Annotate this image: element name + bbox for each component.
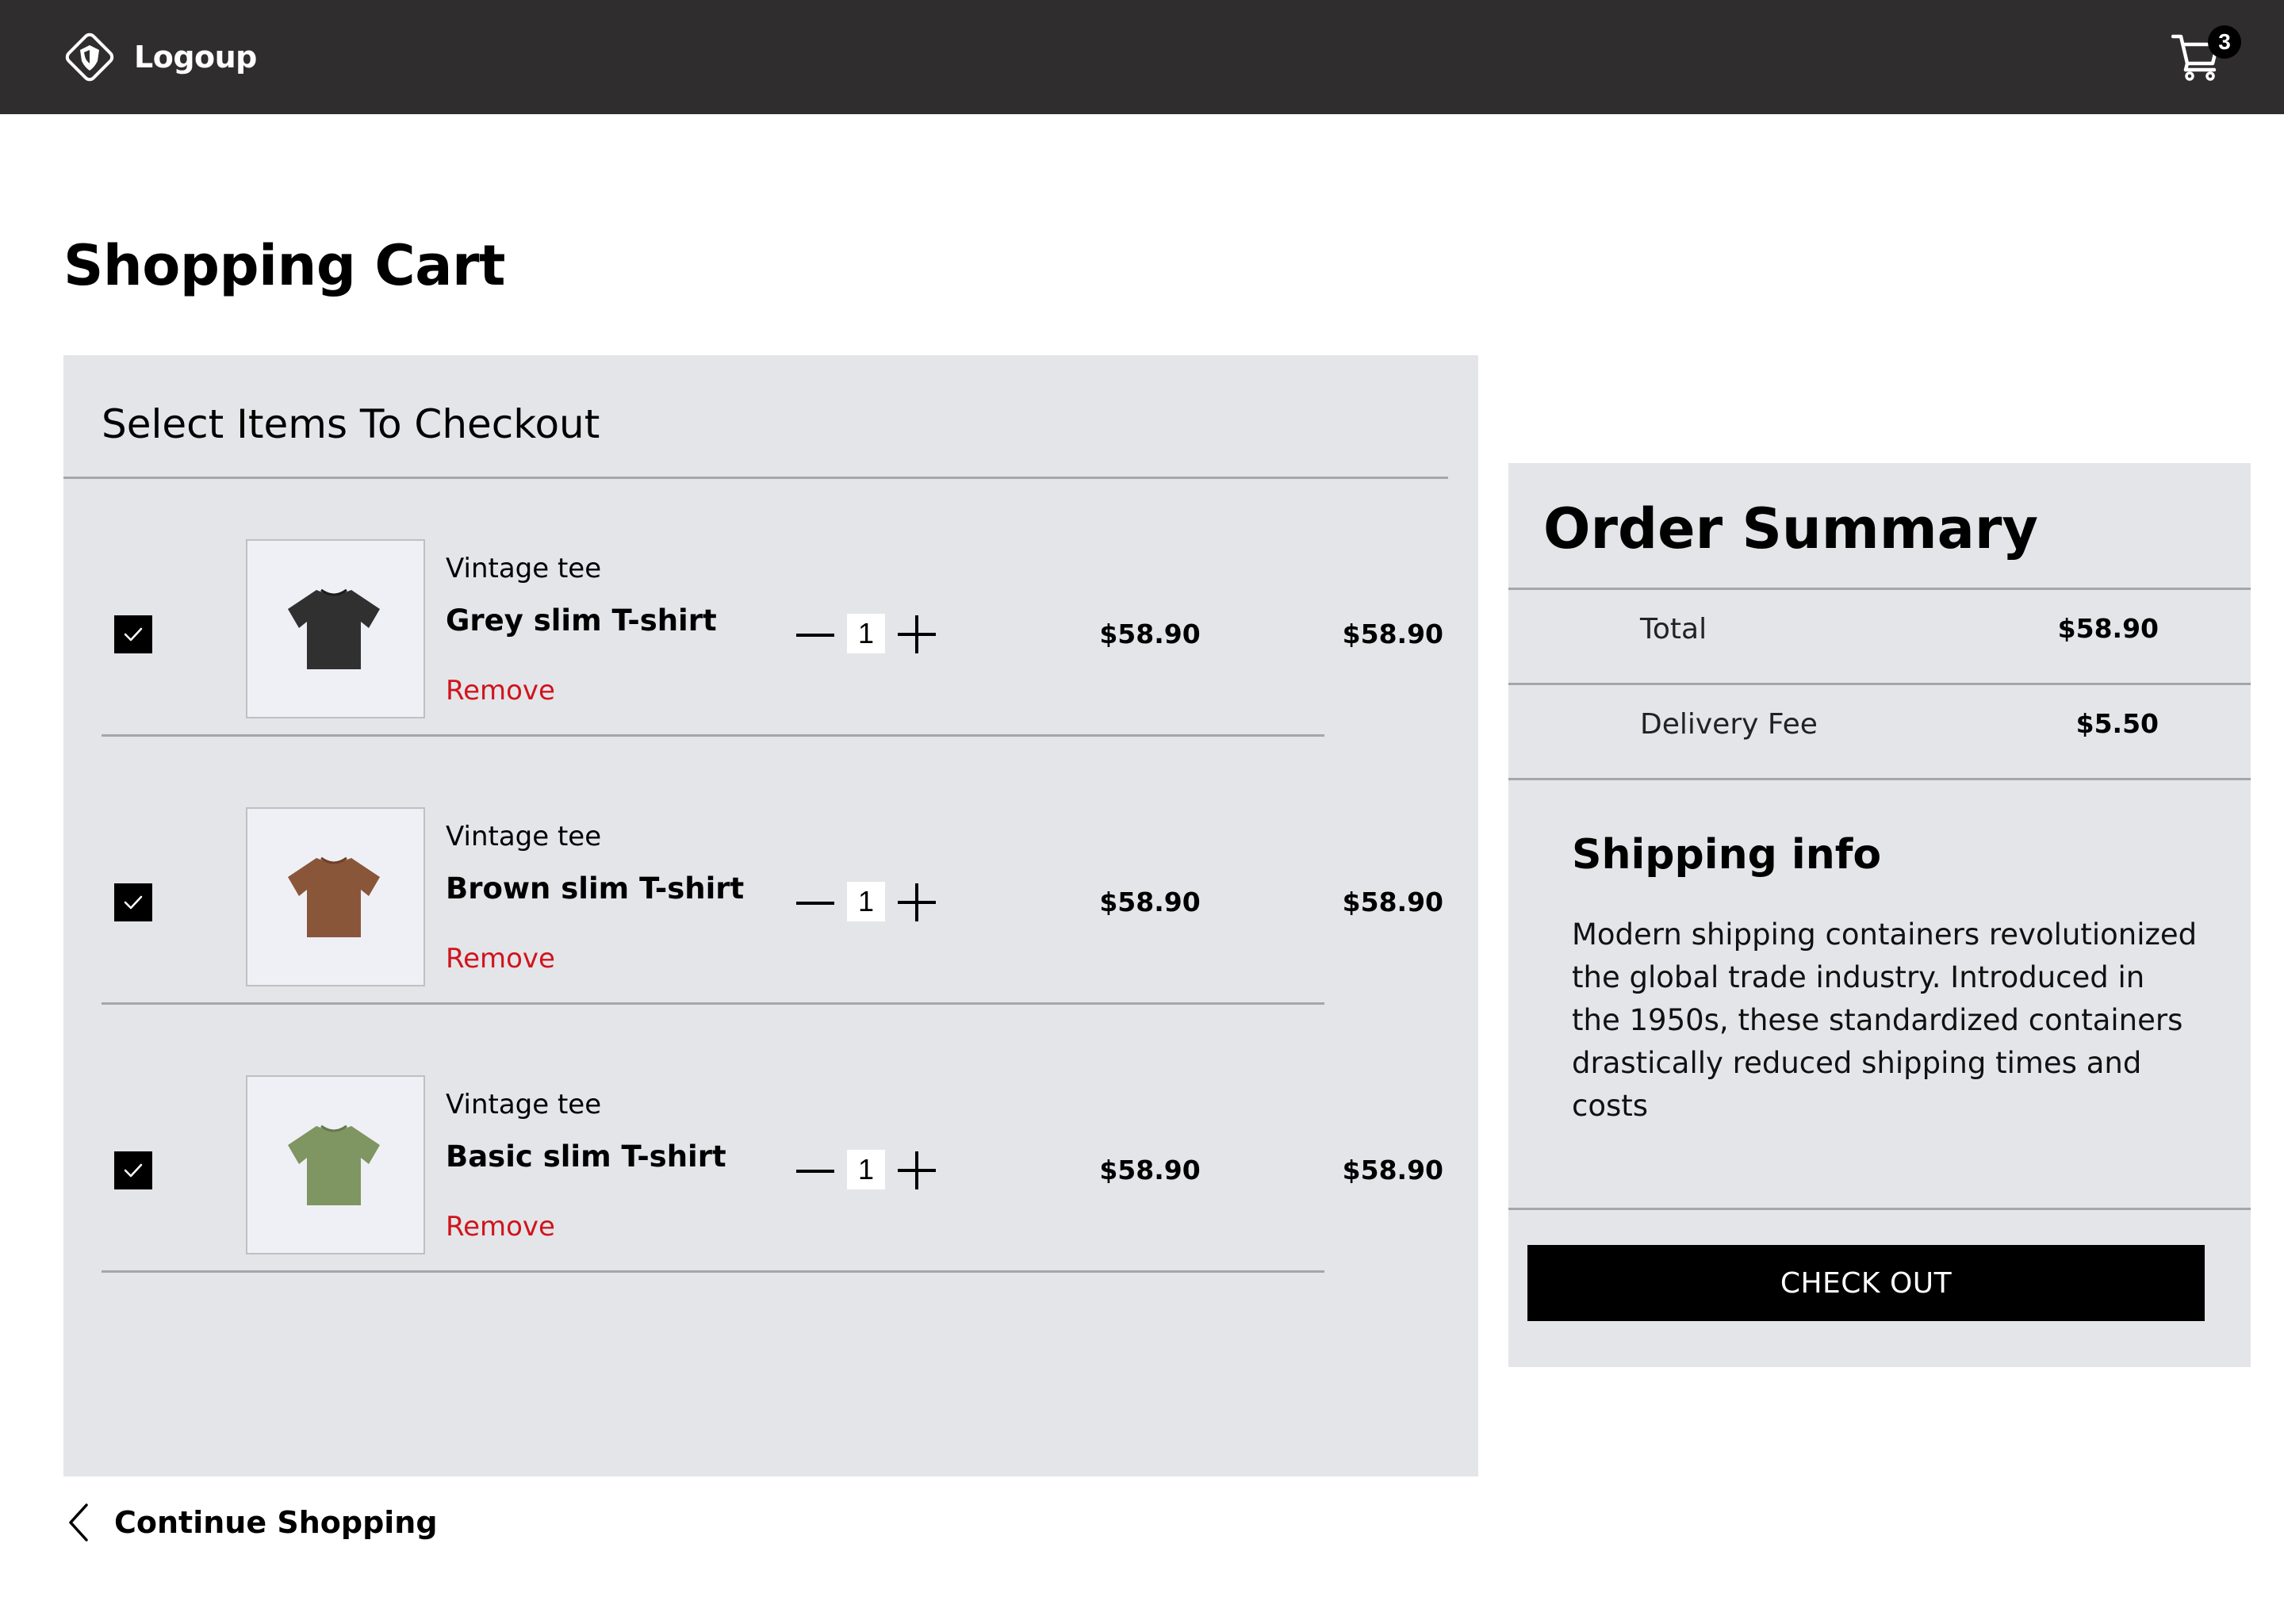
divider: [102, 734, 1324, 737]
continue-shopping-label: Continue Shopping: [114, 1505, 438, 1540]
minus-icon: [796, 902, 834, 905]
divider: [63, 477, 1448, 479]
checkout-button[interactable]: CHECK OUT: [1527, 1245, 2205, 1321]
shipping-info-title: Shipping info: [1572, 831, 1882, 879]
order-summary-title: Order Summary: [1543, 496, 2039, 561]
top-nav-bar: Logoup 3: [0, 0, 2284, 114]
line-total: $58.90: [1342, 1155, 1443, 1185]
checkmark-icon: [124, 895, 143, 910]
plus-icon-stem: [915, 1151, 918, 1189]
cart-item-row: Vintage tee Basic slim T-shirt Remove $5…: [63, 1075, 1478, 1343]
chevron-left-icon: [69, 1503, 88, 1542]
grey-tshirt-icon: [288, 588, 380, 669]
brand-logo-link[interactable]: Logoup: [61, 29, 257, 86]
delivery-fee-value: $5.50: [2075, 708, 2159, 739]
continue-shopping-link[interactable]: Continue Shopping: [67, 1499, 438, 1546]
product-thumbnail[interactable]: [246, 539, 425, 718]
checkmark-icon: [124, 627, 143, 642]
unit-price: $58.90: [1099, 1155, 1201, 1185]
product-subtitle: Vintage tee: [446, 553, 602, 584]
shield-diamond-icon: [65, 33, 114, 82]
cart-item-row: Vintage tee Brown slim T-shirt Remove $5…: [63, 807, 1478, 1075]
shipping-info-text: Modern shipping containers revolutionize…: [1572, 917, 2198, 1123]
remove-item-link[interactable]: Remove: [446, 1213, 555, 1240]
divider: [1508, 683, 2251, 685]
page-title: Shopping Cart: [63, 233, 505, 298]
unit-price: $58.90: [1099, 887, 1201, 917]
unit-price: $58.90: [1099, 619, 1201, 649]
remove-item-link[interactable]: Remove: [446, 677, 555, 704]
brown-tshirt-icon: [288, 856, 380, 937]
plus-icon-stem: [915, 883, 918, 921]
divider: [102, 1002, 1324, 1005]
cart-heading: Select Items To Checkout: [102, 401, 600, 447]
plus-icon-stem: [915, 615, 918, 653]
product-name: Brown slim T-shirt: [446, 871, 745, 906]
product-subtitle: Vintage tee: [446, 1089, 602, 1120]
divider: [1508, 778, 2251, 780]
decrease-quantity-button[interactable]: [795, 1148, 836, 1193]
quantity-input[interactable]: [847, 882, 885, 921]
minus-icon: [796, 1170, 834, 1173]
divider: [1508, 1208, 2251, 1210]
checkmark-icon: [124, 1163, 143, 1178]
product-name: Grey slim T-shirt: [446, 603, 717, 638]
divider: [1508, 588, 2251, 590]
decrease-quantity-button[interactable]: [795, 880, 836, 925]
divider: [102, 1270, 1324, 1273]
quantity-input[interactable]: [847, 1150, 885, 1189]
product-thumbnail[interactable]: [246, 1075, 425, 1254]
increase-quantity-button[interactable]: [896, 882, 937, 923]
line-total: $58.90: [1342, 887, 1443, 917]
cart-items-panel: Select Items To Checkout Vintage tee Gre…: [63, 355, 1478, 1477]
product-thumbnail[interactable]: [246, 807, 425, 986]
item-select-checkbox[interactable]: [114, 883, 152, 921]
total-label: Total: [1640, 613, 1707, 645]
quantity-input[interactable]: [847, 614, 885, 653]
total-value: $58.90: [2057, 613, 2159, 644]
item-select-checkbox[interactable]: [114, 615, 152, 653]
decrease-quantity-button[interactable]: [795, 612, 836, 657]
brand-name: Logoup: [134, 40, 257, 75]
increase-quantity-button[interactable]: [896, 614, 937, 655]
increase-quantity-button[interactable]: [896, 1150, 937, 1191]
product-subtitle: Vintage tee: [446, 821, 602, 852]
cart-item-row: Vintage tee Grey slim T-shirt Remove $58…: [63, 539, 1478, 807]
delivery-fee-label: Delivery Fee: [1640, 708, 1818, 741]
line-total: $58.90: [1342, 619, 1443, 649]
minus-icon: [796, 634, 834, 637]
order-summary-panel: Order Summary Total $58.90 Delivery Fee …: [1508, 463, 2251, 1367]
cart-count-badge: 3: [2208, 25, 2241, 59]
green-tshirt-icon: [288, 1124, 380, 1205]
product-name: Basic slim T-shirt: [446, 1139, 726, 1174]
remove-item-link[interactable]: Remove: [446, 945, 555, 972]
item-select-checkbox[interactable]: [114, 1151, 152, 1189]
cart-button[interactable]: 3: [2171, 25, 2243, 90]
